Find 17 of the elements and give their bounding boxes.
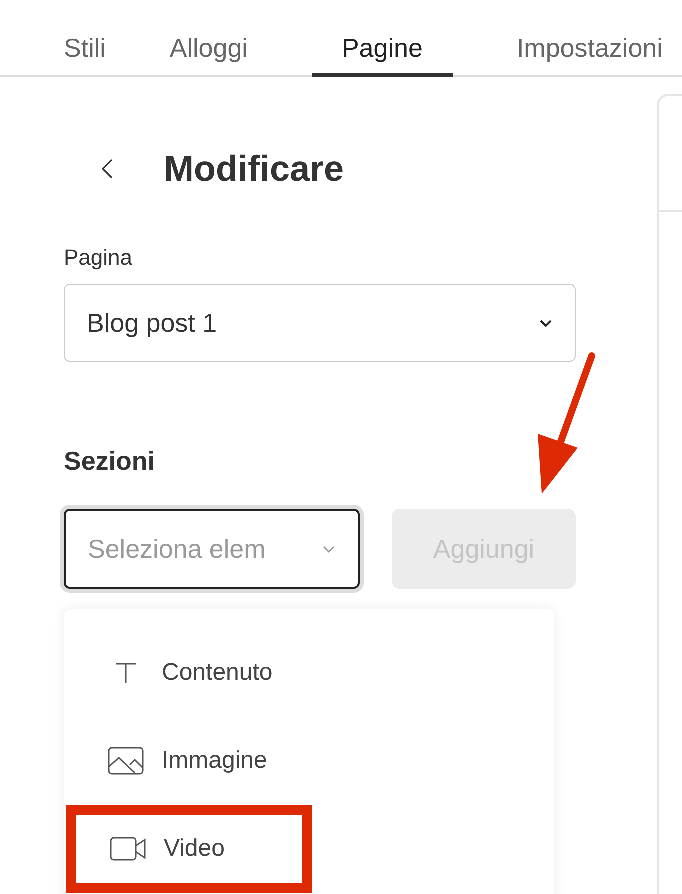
- panel-title: Modificare: [164, 147, 344, 191]
- tab[interactable]: Alloggi: [170, 0, 248, 77]
- menu-item[interactable]: Contenuto: [64, 629, 310, 717]
- menu-item[interactable]: Video: [66, 805, 312, 893]
- page-select[interactable]: Blog post 1: [64, 284, 576, 362]
- tab[interactable]: Impostazioni: [516, 0, 663, 77]
- tab[interactable]: Stili: [64, 0, 106, 77]
- sections-heading: Sezioni: [64, 445, 156, 478]
- tab[interactable]: Pagine: [312, 0, 453, 77]
- video-camera-icon: [110, 837, 146, 861]
- menu-item[interactable]: Immagine: [64, 717, 310, 805]
- image-icon: [108, 747, 144, 775]
- chevron-down-icon: [322, 544, 336, 554]
- text-icon: [113, 661, 139, 685]
- back-chevron-icon[interactable]: [100, 158, 114, 180]
- chevron-down-icon: [539, 318, 553, 328]
- page-label: Pagina: [64, 244, 134, 272]
